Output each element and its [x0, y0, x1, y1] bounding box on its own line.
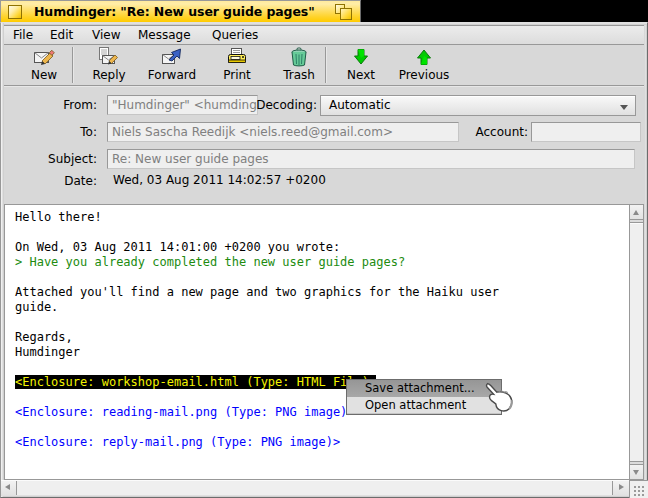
zoom-button-front[interactable] — [340, 8, 352, 20]
body-line — [10, 420, 629, 435]
print-icon — [226, 46, 248, 68]
next-arrow-icon — [350, 46, 372, 68]
toolbar: New Reply Forward Print — [4, 45, 644, 85]
date-label: Date: — [27, 171, 97, 191]
menu-view[interactable]: View — [92, 26, 120, 44]
previous-button[interactable]: Previous — [392, 46, 456, 83]
vertical-scrollbar[interactable] — [629, 204, 644, 480]
attachment-line[interactable]: <Enclosure: workshop-email.html (Type: H… — [10, 375, 629, 390]
forward-icon — [161, 46, 183, 68]
date-value: Wed, 03 Aug 2011 14:02:57 +0200 — [113, 171, 326, 189]
subject-field[interactable]: Re: New user guide pages — [107, 149, 635, 169]
window-title: Humdinger: "Re: New user guide pages" — [34, 1, 354, 22]
menu-bar: File Edit View Message Queries — [4, 25, 644, 45]
body-line — [10, 225, 629, 240]
body-line: Hello there! — [10, 210, 629, 225]
down-arrow-icon — [633, 470, 639, 475]
body-line: guide. — [10, 300, 629, 315]
trash-label: Trash — [267, 69, 331, 82]
resize-grip[interactable] — [629, 480, 648, 498]
reply-label: Reply — [77, 69, 141, 82]
print-label: Print — [205, 69, 269, 82]
new-mail-icon — [33, 46, 55, 68]
body-line — [10, 270, 629, 285]
trash-button[interactable]: Trash — [267, 46, 331, 83]
menu-queries[interactable]: Queries — [212, 26, 258, 44]
scroll-down-button[interactable] — [630, 464, 643, 479]
scroll-up-button[interactable] — [630, 205, 643, 220]
close-button[interactable] — [8, 5, 22, 19]
print-button[interactable]: Print — [205, 46, 269, 83]
body-line — [10, 315, 629, 330]
forward-button[interactable]: Forward — [140, 46, 204, 83]
decoding-popup[interactable]: Automatic — [320, 95, 636, 116]
attachment-line[interactable]: <Enclosure: reply-mail.png (Type: PNG im… — [10, 435, 629, 450]
vertical-scroll-thumb[interactable] — [630, 222, 643, 462]
scroll-left-button[interactable] — [1, 481, 17, 495]
previous-arrow-icon — [413, 46, 435, 68]
next-button[interactable]: Next — [329, 46, 393, 83]
decoding-value: Automatic — [329, 98, 391, 112]
to-field[interactable]: Niels Sascha Reedijk <niels.reed@gmail.c… — [107, 122, 459, 142]
up-arrow-icon — [633, 210, 639, 215]
menu-message[interactable]: Message — [138, 26, 191, 44]
next-label: Next — [329, 69, 393, 82]
left-arrow-icon — [5, 484, 10, 490]
reply-button[interactable]: Reply — [77, 46, 141, 83]
account-label: Account: — [458, 122, 528, 142]
message-body[interactable]: Hello there! On Wed, 03 Aug 2011 14:01:00… — [4, 204, 630, 480]
subject-label: Subject: — [27, 149, 97, 169]
attachment-context-menu: Save attachment...Open attachment — [346, 379, 502, 415]
new-button[interactable]: New — [12, 46, 76, 83]
body-line: Humdinger — [10, 345, 629, 360]
context-menu-item[interactable]: Open attachment — [347, 397, 501, 414]
body-line — [10, 390, 629, 405]
body-line: Regards, — [10, 330, 629, 345]
forward-label: Forward — [140, 69, 204, 82]
previous-label: Previous — [392, 69, 456, 82]
trash-icon — [288, 46, 310, 68]
menu-edit[interactable]: Edit — [50, 26, 73, 44]
decoding-label: Decoding: — [247, 95, 317, 115]
body-line — [10, 360, 629, 375]
context-menu-item[interactable]: Save attachment... — [347, 380, 501, 397]
scroll-right-button[interactable] — [612, 481, 629, 495]
menu-file[interactable]: File — [13, 26, 33, 44]
right-arrow-icon — [619, 484, 624, 490]
body-line: > Have you already completed the new use… — [10, 255, 629, 270]
reply-icon — [98, 46, 120, 68]
from-field[interactable]: "Humdinger" <humdinge — [107, 95, 258, 115]
body-line: On Wed, 03 Aug 2011 14:01:00 +0200 you w… — [10, 240, 629, 255]
title-bar[interactable]: Humdinger: "Re: New user guide pages" — [0, 0, 361, 22]
popup-arrow-icon — [620, 105, 628, 110]
grip-dots-icon — [634, 486, 636, 488]
horizontal-scrollbar[interactable] — [0, 480, 629, 496]
new-label: New — [12, 69, 76, 82]
body-line: Attached you'll find a new page and two … — [10, 285, 629, 300]
from-label: From: — [27, 95, 97, 115]
attachment-line[interactable]: <Enclosure: reading-mail.png (Type: PNG … — [10, 405, 629, 420]
mouse-cursor-hand — [484, 381, 514, 415]
account-field[interactable] — [531, 122, 641, 142]
to-label: To: — [27, 122, 97, 142]
